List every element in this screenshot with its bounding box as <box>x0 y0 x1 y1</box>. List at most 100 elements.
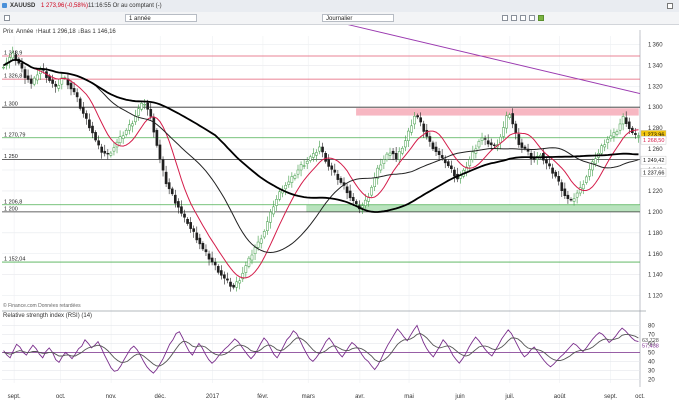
candle-body <box>575 192 579 198</box>
candle-body <box>149 109 153 117</box>
price-change: (-0,58%) <box>65 3 89 9</box>
candle-body <box>397 151 401 160</box>
candle-body <box>634 133 637 135</box>
candle-body <box>499 136 502 144</box>
date-tick-label: sept. <box>8 394 21 400</box>
rsi-tick-label: 30 <box>648 368 655 374</box>
interval-select[interactable]: Journalier <box>322 14 394 22</box>
candle-body <box>569 199 573 201</box>
candle-body <box>78 98 82 109</box>
candle-body <box>591 161 594 171</box>
price-tick-label: 1 320 <box>648 84 663 90</box>
candle-body <box>446 161 450 167</box>
candle-body <box>72 88 76 93</box>
candle-body <box>134 115 137 123</box>
settings-icon[interactable] <box>502 15 508 21</box>
level-label: 1 270,79 <box>4 132 25 138</box>
candle-body <box>483 138 487 140</box>
candle-body <box>253 247 257 254</box>
candle-body <box>262 231 266 238</box>
candle-body <box>180 206 183 214</box>
candle-body <box>219 270 223 276</box>
expand-icon[interactable] <box>4 15 10 21</box>
level-label: 1 206,8 <box>4 199 22 205</box>
candle-body <box>385 153 389 160</box>
candle-body <box>336 173 340 180</box>
candle-body <box>379 164 383 171</box>
candle-body <box>32 77 36 85</box>
candle-body <box>210 257 214 263</box>
window-control-icon[interactable] <box>667 3 673 9</box>
candle-body <box>394 153 398 160</box>
price-tag-label: 1 249,42 <box>643 158 664 164</box>
candle-body <box>345 186 349 194</box>
chart-area[interactable]: 1 348,91 326,81 3001 270,791 2501 206,81… <box>0 25 679 414</box>
zoom-icon[interactable] <box>538 15 544 21</box>
candle-body <box>265 221 269 231</box>
candle-body <box>26 75 30 80</box>
rsi-axis: 2030405060708063,72857,438 <box>642 323 659 383</box>
candle-body <box>152 117 156 133</box>
candle-body <box>572 198 576 202</box>
candle-body <box>400 147 404 154</box>
candle-body <box>489 142 493 146</box>
candle-body <box>315 152 318 156</box>
candle-body <box>594 158 597 164</box>
candle-body <box>275 199 278 206</box>
date-tick-label: juin <box>454 394 464 400</box>
price-zone <box>356 108 639 116</box>
candle-body <box>391 150 395 155</box>
candle-body <box>431 142 435 150</box>
candle-body <box>250 254 254 261</box>
menu-icon[interactable] <box>2 3 7 8</box>
price-tick-label: 1 140 <box>648 273 663 279</box>
rsi-tick-label: 20 <box>648 377 655 383</box>
candle-body <box>609 135 613 139</box>
candle-body <box>422 123 426 132</box>
candle-body <box>419 117 423 123</box>
candle-body <box>177 201 180 208</box>
candle-body <box>618 123 622 131</box>
candle-body <box>272 206 275 215</box>
price-tag-label: 1 237,66 <box>643 170 664 176</box>
candle-body <box>492 144 496 146</box>
candle-body <box>388 152 392 156</box>
level-label: 1 250 <box>4 154 18 160</box>
candle-body <box>121 135 125 139</box>
period-select[interactable]: 1 année <box>125 14 197 22</box>
price-tick-label: 1 180 <box>648 231 663 237</box>
candle-body <box>238 280 242 284</box>
candle-body <box>351 196 355 202</box>
candle-body <box>327 159 330 167</box>
last-price: 1 273,96 <box>41 3 65 9</box>
rsi-series-line <box>3 333 639 367</box>
candle-body <box>284 185 288 190</box>
candle-body <box>563 188 567 197</box>
candle-body <box>186 218 189 224</box>
candle-body <box>425 129 429 137</box>
candle-body <box>517 134 521 145</box>
candle-body <box>554 171 557 177</box>
candle-body <box>85 113 88 119</box>
candle-body <box>370 187 373 196</box>
candle-body <box>305 160 309 164</box>
draw-icon[interactable] <box>520 15 526 21</box>
candle-body <box>192 228 196 232</box>
candle-body <box>468 159 472 167</box>
candle-body <box>302 165 306 167</box>
chart-type-icon[interactable] <box>529 15 535 21</box>
price-panel-title: Prix <box>3 29 13 35</box>
candle-body <box>256 241 260 248</box>
candle-body <box>143 104 146 106</box>
candle-body <box>35 74 39 81</box>
candle-body <box>155 129 159 146</box>
rsi-value-label: 57,438 <box>642 344 659 350</box>
instrument-name: XAUUSD <box>10 3 36 9</box>
candle-body <box>195 232 199 241</box>
candle-body <box>109 152 113 156</box>
indicator-icon[interactable] <box>511 15 517 21</box>
date-tick-label: oct. <box>635 394 645 400</box>
candle-body <box>100 146 104 153</box>
level-label: 1 152,04 <box>4 257 25 263</box>
candle-body <box>600 145 603 154</box>
